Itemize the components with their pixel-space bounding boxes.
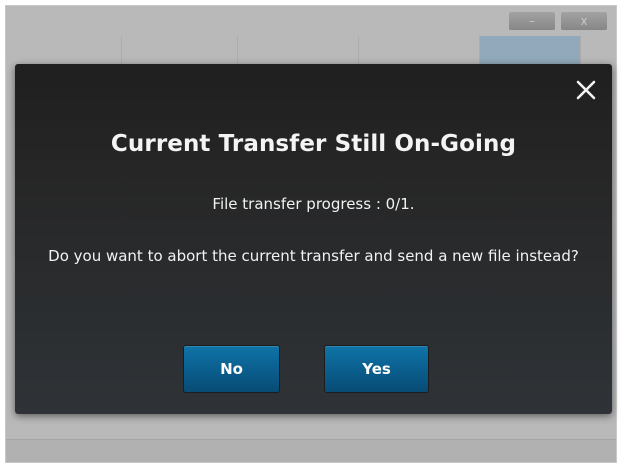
dialog-close-button[interactable] bbox=[574, 78, 598, 102]
dialog-title: Current Transfer Still On-Going bbox=[110, 131, 517, 157]
transfer-progress-text: File transfer progress : 0/1. bbox=[212, 195, 415, 213]
transfer-dialog: Current Transfer Still On-Going File tra… bbox=[15, 64, 612, 414]
no-button[interactable]: No bbox=[184, 346, 279, 392]
close-icon bbox=[576, 80, 596, 100]
yes-button[interactable]: Yes bbox=[325, 346, 428, 392]
dialog-question: Do you want to abort the current transfe… bbox=[48, 247, 579, 265]
